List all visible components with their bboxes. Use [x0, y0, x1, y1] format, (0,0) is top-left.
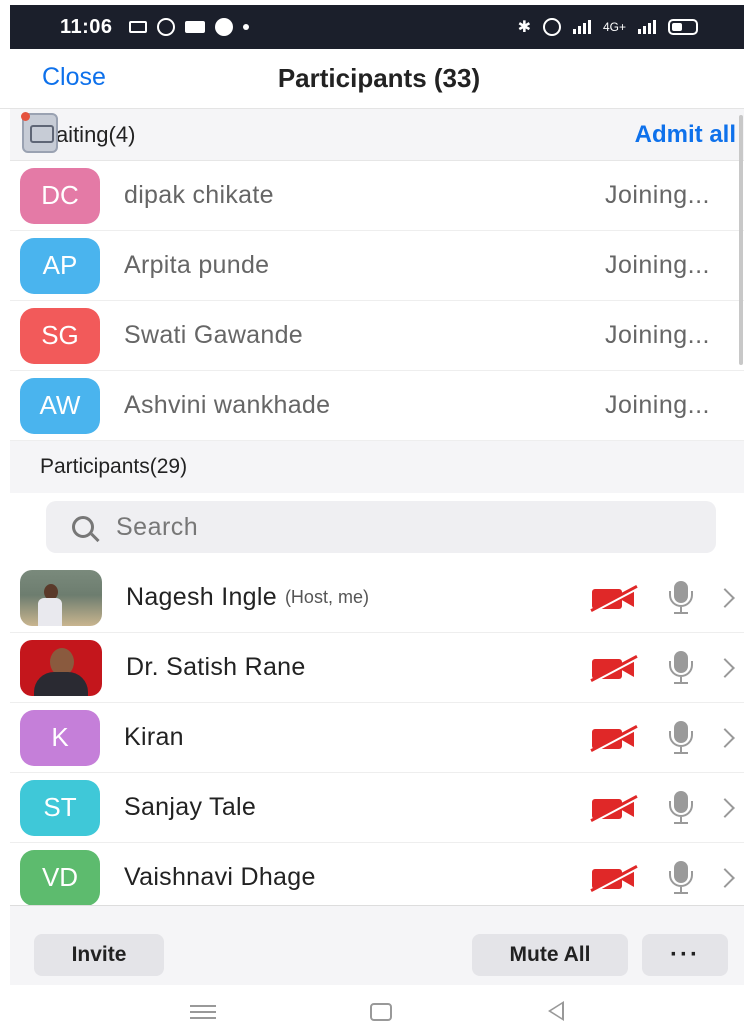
battery-icon: [668, 19, 698, 35]
avatar-photo: [20, 639, 102, 696]
close-button[interactable]: Close: [42, 63, 106, 92]
participant-role: (Host, me): [284, 587, 369, 607]
participant-row[interactable]: Nagesh Ingle (Host, me): [10, 563, 744, 633]
message-icon: [128, 21, 147, 33]
avatar: VD: [20, 849, 100, 906]
search-icon: [72, 516, 94, 538]
mic-icon: [666, 580, 696, 615]
video-off-icon: [590, 584, 638, 612]
waiting-name: dipak chikate: [124, 181, 274, 209]
avatar: DC: [20, 167, 100, 224]
chevron-right-icon[interactable]: [715, 797, 735, 818]
waiting-name: Ashvini wankhade: [124, 391, 331, 419]
video-off-icon: [590, 864, 638, 892]
mic-icon: [666, 650, 696, 685]
search-placeholder: Search: [116, 512, 199, 541]
back-icon[interactable]: [548, 1001, 564, 1021]
participant-controls: [590, 720, 740, 755]
volte-signal-icon: [572, 20, 591, 34]
notification-icons: [128, 18, 249, 36]
more-options-button[interactable]: ···: [642, 934, 728, 976]
participants-header: Participants (33) Close: [0, 49, 744, 109]
waiting-name: Arpita punde: [124, 251, 270, 279]
waiting-item[interactable]: DC dipak chikate Joining...: [10, 161, 744, 231]
participant-controls: [590, 860, 740, 895]
menu-icon[interactable]: [190, 1005, 216, 1019]
search-container: Search: [10, 493, 744, 563]
waiting-status: Joining...: [604, 391, 710, 419]
avatar: K: [20, 709, 100, 766]
participant-name: Sanjay Tale: [124, 793, 257, 821]
mic-icon: [666, 860, 696, 895]
participant-controls: [590, 650, 740, 685]
waiting-status: Joining...: [604, 321, 710, 349]
participant-name: Dr. Satish Rane: [126, 653, 306, 681]
mic-icon: [666, 790, 696, 825]
avatar-photo: [20, 569, 102, 626]
participant-name: Nagesh Ingle: [126, 583, 277, 611]
call-icon: [214, 18, 233, 36]
admit-all-button[interactable]: Admit all: [635, 121, 736, 149]
waiting-item[interactable]: AW Ashvini wankhade Joining...: [10, 371, 744, 441]
waiting-item[interactable]: AP Arpita punde Joining...: [10, 231, 744, 301]
network-label: 4G+: [602, 20, 626, 34]
participant-name: Kiran: [124, 723, 184, 751]
chevron-right-icon[interactable]: [715, 657, 735, 678]
participant-controls: [590, 790, 740, 825]
home-icon[interactable]: [370, 1003, 392, 1021]
participants-section-header: Participants(29): [10, 441, 744, 493]
scrollbar[interactable]: [739, 115, 743, 365]
participant-row[interactable]: ST Sanjay Tale: [10, 773, 744, 843]
video-off-icon: [590, 794, 638, 822]
bluetooth-icon: ✱: [517, 19, 531, 36]
waiting-status: Joining...: [604, 251, 710, 279]
system-icons: ✱ 4G+: [518, 17, 698, 37]
avatar: AW: [20, 377, 100, 434]
more-notifications-icon: [242, 24, 249, 30]
chevron-right-icon[interactable]: [715, 727, 735, 748]
participant-name: Vaishnavi Dhage: [124, 863, 316, 891]
participant-controls: [590, 580, 740, 615]
avatar: AP: [20, 237, 100, 294]
video-icon: [184, 21, 205, 33]
avatar: SG: [20, 307, 100, 364]
mic-icon: [666, 720, 696, 755]
waiting-item[interactable]: SG Swati Gawande Joining...: [10, 301, 744, 371]
whatsapp-icon: [156, 18, 175, 36]
status-time: 11:06: [60, 15, 113, 38]
waiting-status: Joining...: [604, 181, 710, 209]
video-off-icon: [590, 724, 638, 752]
alarm-icon: [542, 18, 561, 36]
signal-icon: [638, 20, 656, 34]
participant-row[interactable]: VD Vaishnavi Dhage: [10, 843, 744, 913]
participants-label: Participants(29): [40, 455, 188, 478]
chevron-right-icon[interactable]: [715, 867, 735, 888]
waiting-room-header: Waiting(4) Admit all: [10, 109, 744, 161]
waiting-name: Swati Gawande: [124, 321, 303, 349]
book-icon[interactable]: [22, 113, 58, 153]
status-bar: 11:06 ✱ 4G+: [10, 5, 744, 49]
page-title: Participants (33): [277, 63, 481, 93]
invite-button[interactable]: Invite: [34, 934, 164, 976]
search-input[interactable]: Search: [46, 501, 716, 553]
system-nav-bar: [10, 985, 744, 1035]
chevron-right-icon[interactable]: [715, 587, 735, 608]
video-off-icon: [590, 654, 638, 682]
avatar: ST: [20, 779, 100, 836]
bottom-action-bar: Invite Mute All ···: [10, 905, 744, 985]
participant-row[interactable]: Dr. Satish Rane: [10, 633, 744, 703]
mute-all-button[interactable]: Mute All: [472, 934, 628, 976]
participant-row[interactable]: K Kiran: [10, 703, 744, 773]
